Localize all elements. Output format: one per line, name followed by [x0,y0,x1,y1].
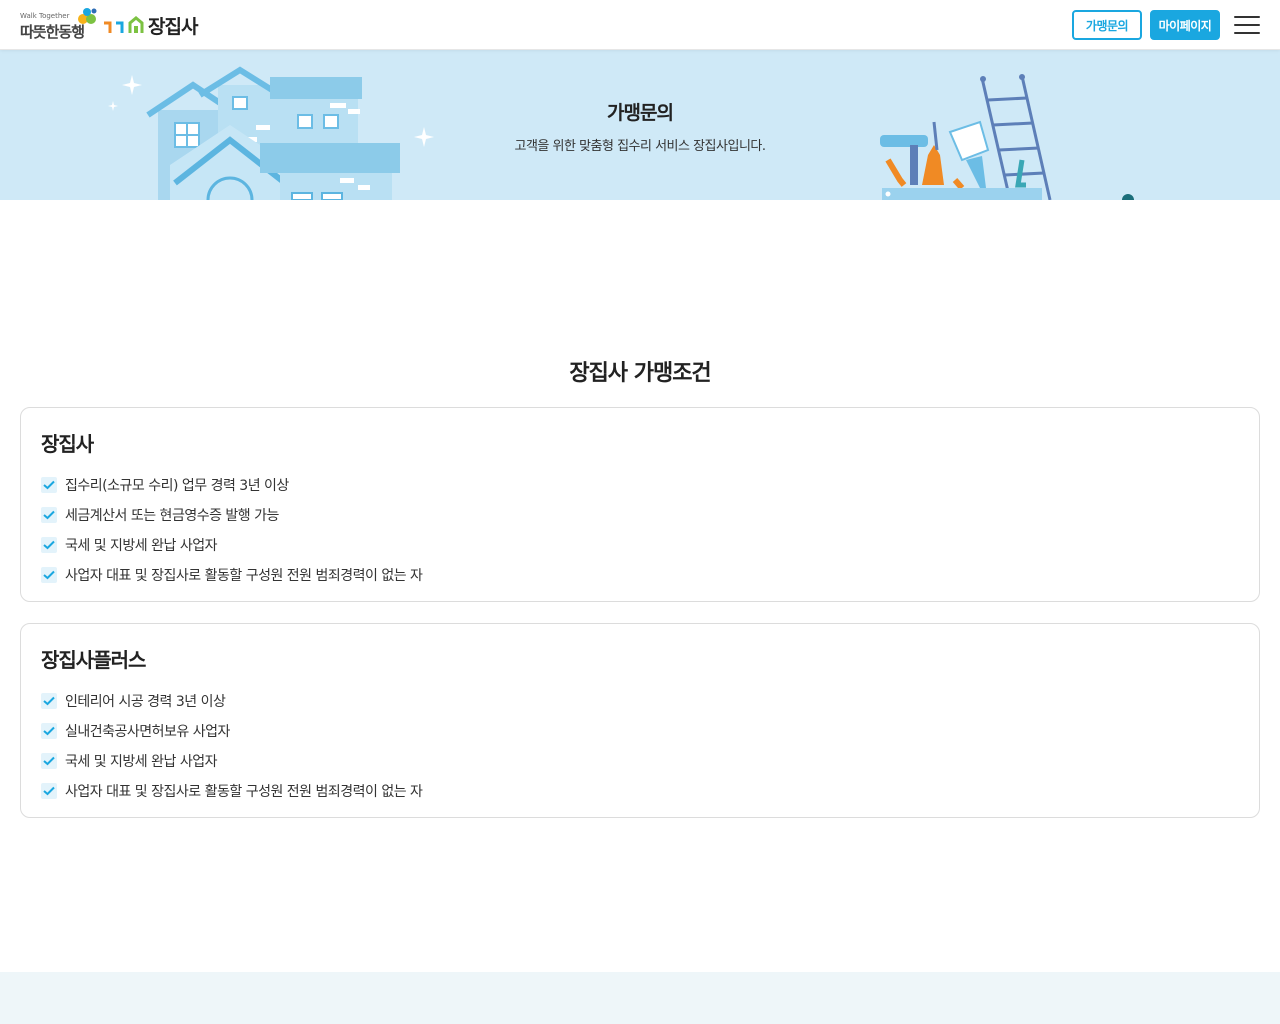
check-icon [41,783,57,799]
house-illustration [108,66,434,200]
section-title: 장집사 가맹조건 [569,361,711,386]
list-item-text: 국세 및 지방세 완납 사업자 [65,754,217,770]
check-icon [41,507,57,523]
list-item: 사업자 대표 및 장집사로 활동할 구성원 전원 범죄경력이 없는 자 [41,776,423,806]
brand-logo[interactable]: 장집사 [102,12,198,39]
list-item: 사업자 대표 및 장집사로 활동할 구성원 전원 범죄경력이 없는 자 [41,560,423,590]
card-jangjipsa-plus: 장집사플러스 인테리어 시공 경력 3년 이상 실내건축공사면허보유 사업자 국… [20,623,1260,818]
list-item: 집수리(소규모 수리) 업무 경력 3년 이상 [41,470,422,500]
check-icon [41,567,57,583]
list-item-text: 사업자 대표 및 장집사로 활동할 구성원 전원 범죄경력이 없는 자 [65,784,423,800]
list-item: 세금계산서 또는 현금영수증 발행 가능 [41,500,422,530]
logo-dots-icon [78,8,97,24]
logo-group[interactable]: Walk Together 따뜻한동행 장집사 [20,6,198,44]
list-item: 국세 및 지방세 완납 사업자 [41,746,422,776]
list-item-text: 집수리(소규모 수리) 업무 경력 3년 이상 [65,478,289,494]
walk-together-logo[interactable]: Walk Together 따뜻한동행 [20,6,100,44]
card-title: 장집사 [41,432,94,456]
condition-list: 집수리(소규모 수리) 업무 경력 3년 이상 세금계산서 또는 현금영수증 발… [41,470,423,590]
list-item-text: 실내건축공사면허보유 사업자 [65,724,230,740]
mypage-button[interactable]: 마이페이지 [1150,10,1220,40]
condition-list: 인테리어 시공 경력 3년 이상 실내건축공사면허보유 사업자 국세 및 지방세… [41,686,423,806]
site-header: Walk Together 따뜻한동행 장집사 가맹문의 마이페이지 [0,0,1280,50]
page-banner: 가맹문의 고객을 위한 맞춤형 집수리 서비스 장집사입니다. [0,50,1280,200]
brand-name: 장집사 [148,15,198,38]
list-item-text: 국세 및 지방세 완납 사업자 [65,538,217,554]
card-jangjipsa: 장집사 집수리(소규모 수리) 업무 경력 3년 이상 세금계산서 또는 현금영… [20,407,1260,602]
tools-illustration [880,74,1134,200]
check-icon [41,693,57,709]
brand-houses-icon [104,16,144,33]
list-item: 국세 및 지방세 완납 사업자 [41,530,422,560]
check-icon [41,537,57,553]
hamburger-menu-icon[interactable] [1234,15,1260,35]
list-item-text: 인테리어 시공 경력 3년 이상 [65,694,226,710]
list-item-text: 사업자 대표 및 장집사로 활동할 구성원 전원 범죄경력이 없는 자 [65,568,423,584]
check-icon [41,477,57,493]
footer-band [0,972,1280,1024]
list-item-text: 세금계산서 또는 현금영수증 발행 가능 [65,508,279,524]
check-icon [41,723,57,739]
logo-small-text: Walk Together [20,12,70,20]
list-item: 실내건축공사면허보유 사업자 [41,716,422,746]
check-icon [41,753,57,769]
franchise-inquiry-button[interactable]: 가맹문의 [1072,10,1142,40]
list-item: 인테리어 시공 경력 3년 이상 [41,686,422,716]
card-title: 장집사플러스 [41,648,146,672]
